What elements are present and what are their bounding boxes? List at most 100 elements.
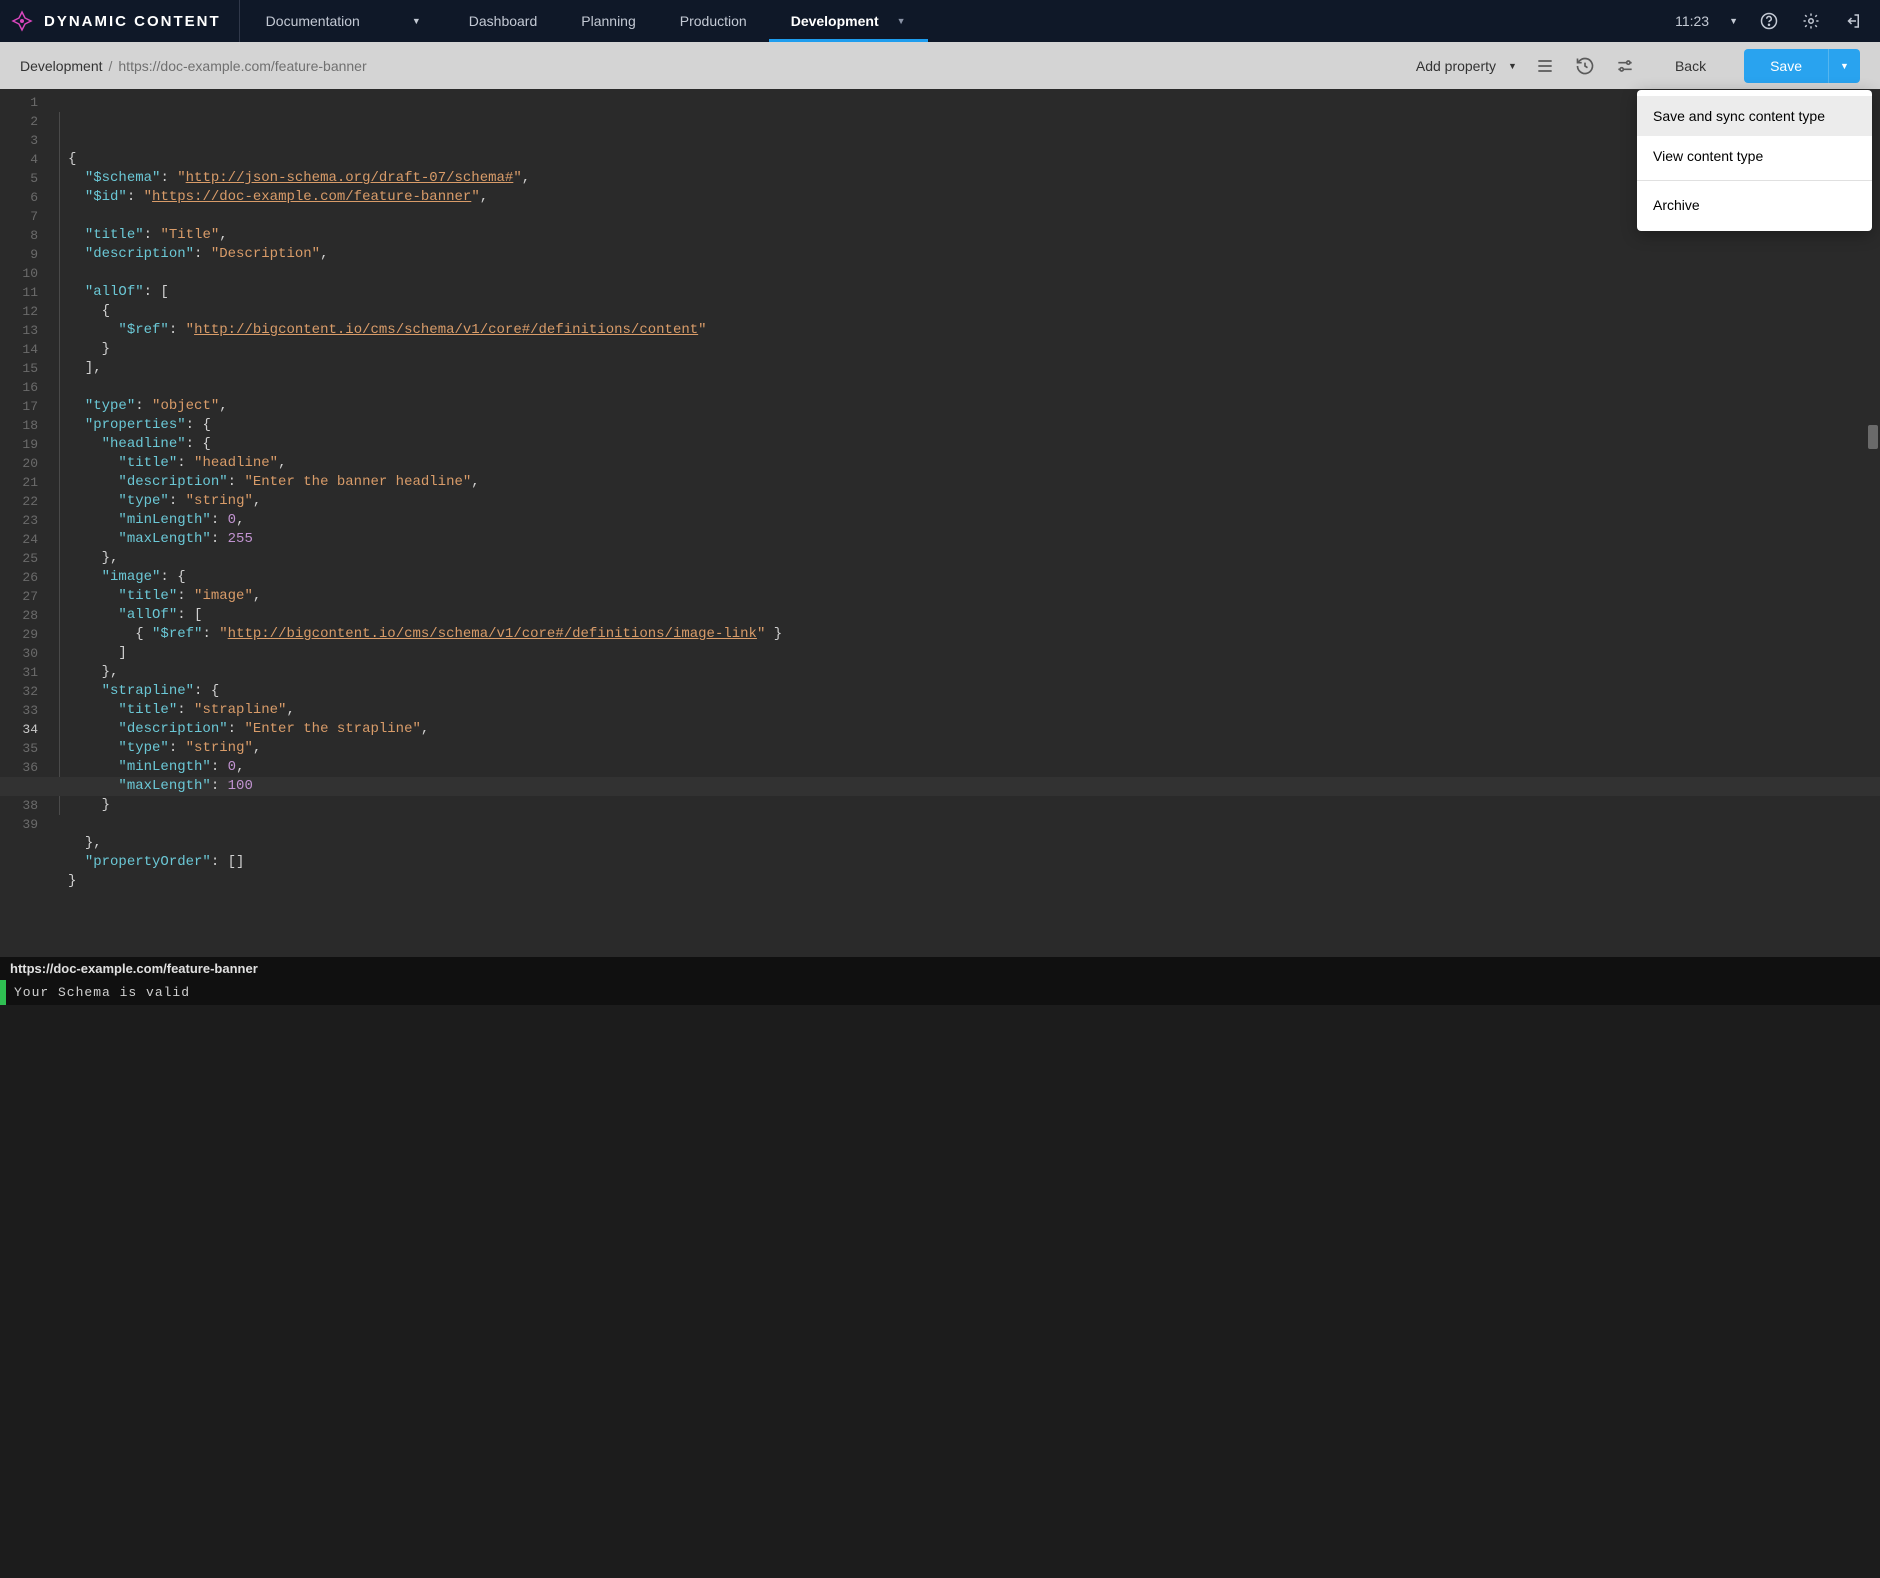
code-line[interactable]: "description": "Enter the strapline", <box>50 720 1880 739</box>
code-line[interactable]: "properties": { <box>50 416 1880 435</box>
code-line[interactable]: "minLength": 0, <box>50 511 1880 530</box>
chevron-down-icon: ▼ <box>1840 61 1849 71</box>
code-line[interactable]: "maxLength": 255 <box>50 530 1880 549</box>
console-empty-area <box>0 1005 1880 1578</box>
code-line[interactable]: "$id": "https://doc-example.com/feature-… <box>50 188 1880 207</box>
gutter-line-number: 24 <box>0 530 38 549</box>
subheader-actions: Add property ▼ Back Save ▼ <box>1416 49 1860 83</box>
gutter-line-number: 16 <box>0 378 38 397</box>
editor-gutter: 1234567891011121314151617181920212223242… <box>0 89 50 957</box>
code-line[interactable] <box>50 815 1880 834</box>
code-line[interactable]: "strapline": { <box>50 682 1880 701</box>
code-line[interactable]: "title": "Title", <box>50 226 1880 245</box>
save-label: Save <box>1770 58 1802 74</box>
code-line[interactable]: } <box>50 872 1880 891</box>
gutter-line-number: 7 <box>0 207 38 226</box>
gutter-line-number: 18 <box>0 416 38 435</box>
gutter-line-number: 27 <box>0 587 38 606</box>
code-line[interactable]: "headline": { <box>50 435 1880 454</box>
code-line[interactable]: "title": "image", <box>50 587 1880 606</box>
editor-code-area[interactable]: { "$schema": "http://json-schema.org/dra… <box>50 89 1880 957</box>
status-url: https://doc-example.com/feature-banner <box>0 957 1880 980</box>
code-line[interactable]: "image": { <box>50 568 1880 587</box>
code-line[interactable]: "minLength": 0, <box>50 758 1880 777</box>
code-line[interactable]: { "$ref": "http://bigcontent.io/cms/sche… <box>50 625 1880 644</box>
code-line[interactable]: }, <box>50 663 1880 682</box>
gear-icon[interactable] <box>1800 10 1822 32</box>
code-line[interactable]: "allOf": [ <box>50 606 1880 625</box>
menu-save-and-sync-label: Save and sync content type <box>1653 108 1825 124</box>
code-line[interactable] <box>50 378 1880 397</box>
help-icon[interactable] <box>1758 10 1780 32</box>
time-value: 11:23 <box>1675 13 1709 29</box>
menu-divider <box>1637 180 1872 181</box>
gutter-line-number: 2 <box>0 112 38 131</box>
time-dropdown[interactable]: 11:23 ▼ <box>1675 13 1738 29</box>
save-dropdown-toggle[interactable]: ▼ <box>1828 49 1860 83</box>
code-line[interactable]: }, <box>50 549 1880 568</box>
code-line[interactable] <box>50 264 1880 283</box>
nav-documentation-label: Documentation <box>266 13 360 29</box>
menu-save-and-sync[interactable]: Save and sync content type <box>1637 96 1872 136</box>
code-line[interactable]: "description": "Enter the banner headlin… <box>50 473 1880 492</box>
status-message: Your Schema is valid <box>6 980 198 1005</box>
code-line[interactable]: "$ref": "http://bigcontent.io/cms/schema… <box>50 321 1880 340</box>
gutter-line-number: 35 <box>0 739 38 758</box>
save-dropdown-menu: Save and sync content type View content … <box>1637 90 1872 231</box>
gutter-line-number: 36 <box>0 758 38 777</box>
gutter-line-number: 15 <box>0 359 38 378</box>
code-line[interactable]: }, <box>50 834 1880 853</box>
code-line[interactable]: "$schema": "http://json-schema.org/draft… <box>50 169 1880 188</box>
code-editor[interactable]: 1234567891011121314151617181920212223242… <box>0 89 1880 957</box>
gutter-line-number: 22 <box>0 492 38 511</box>
gutter-line-number: 11 <box>0 283 38 302</box>
gutter-line-number: 21 <box>0 473 38 492</box>
chevron-down-icon: ▼ <box>1508 61 1517 71</box>
nav-documentation[interactable]: Documentation ▼ <box>240 13 447 29</box>
tab-planning-label: Planning <box>581 13 636 29</box>
code-line[interactable]: "type": "string", <box>50 739 1880 758</box>
gutter-line-number: 20 <box>0 454 38 473</box>
breadcrumb-root[interactable]: Development <box>20 58 103 74</box>
gutter-line-number: 30 <box>0 644 38 663</box>
code-line[interactable]: "title": "headline", <box>50 454 1880 473</box>
tab-dashboard[interactable]: Dashboard <box>447 0 560 42</box>
gutter-line-number: 9 <box>0 245 38 264</box>
code-line[interactable]: "title": "strapline", <box>50 701 1880 720</box>
code-line[interactable]: "maxLength": 100 <box>50 777 1880 796</box>
code-line[interactable]: { <box>50 302 1880 321</box>
code-line[interactable]: "type": "object", <box>50 397 1880 416</box>
top-navbar: DYNAMIC CONTENT Documentation ▼ Dashboar… <box>0 0 1880 42</box>
history-icon[interactable] <box>1573 54 1597 78</box>
tab-development-label: Development <box>791 13 879 29</box>
editor-scroll-thumb[interactable] <box>1868 425 1878 449</box>
save-button-group: Save ▼ <box>1744 49 1860 83</box>
code-line[interactable] <box>50 207 1880 226</box>
add-property-dropdown[interactable]: Add property ▼ <box>1416 58 1517 74</box>
code-line[interactable]: "allOf": [ <box>50 283 1880 302</box>
code-line[interactable]: } <box>50 796 1880 815</box>
menu-archive[interactable]: Archive <box>1637 185 1872 225</box>
code-line[interactable]: "type": "string", <box>50 492 1880 511</box>
tab-planning[interactable]: Planning <box>559 0 658 42</box>
code-line[interactable]: "propertyOrder": [] <box>50 853 1880 872</box>
tab-production[interactable]: Production <box>658 0 769 42</box>
code-line[interactable]: ] <box>50 644 1880 663</box>
gutter-line-number: 3 <box>0 131 38 150</box>
code-line[interactable]: { <box>50 150 1880 169</box>
tab-development[interactable]: Development ▼ <box>769 0 928 42</box>
logout-icon[interactable] <box>1842 10 1864 32</box>
gutter-line-number: 26 <box>0 568 38 587</box>
save-button[interactable]: Save <box>1744 49 1828 83</box>
arrange-icon[interactable] <box>1533 54 1557 78</box>
gutter-line-number: 29 <box>0 625 38 644</box>
code-line[interactable]: ], <box>50 359 1880 378</box>
chevron-down-icon: ▼ <box>897 16 906 26</box>
gutter-line-number: 4 <box>0 150 38 169</box>
code-line[interactable]: } <box>50 340 1880 359</box>
back-button[interactable]: Back <box>1653 50 1728 82</box>
menu-view-content-type[interactable]: View content type <box>1637 136 1872 176</box>
code-line[interactable]: "description": "Description", <box>50 245 1880 264</box>
menu-view-label: View content type <box>1653 148 1763 164</box>
settings-sliders-icon[interactable] <box>1613 54 1637 78</box>
